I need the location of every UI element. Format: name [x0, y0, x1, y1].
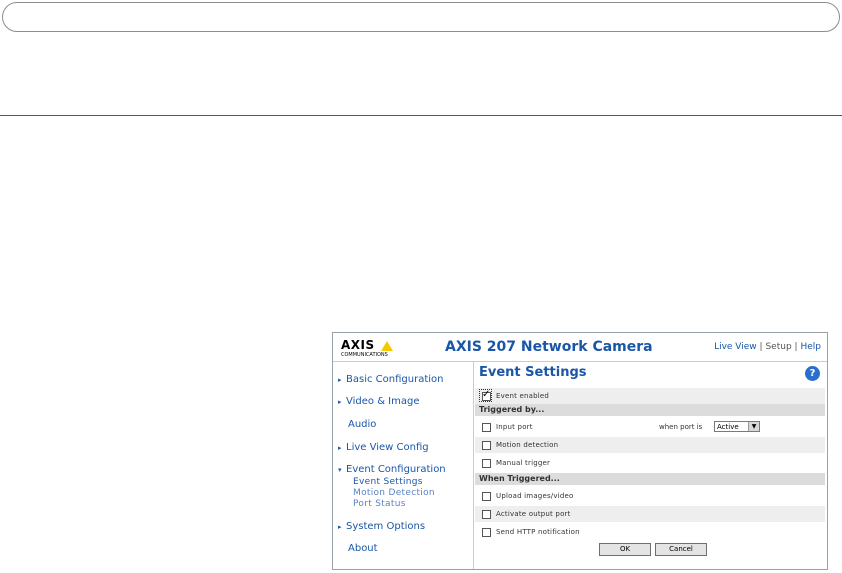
- port-state-value: Active: [717, 423, 739, 431]
- page-divider: [0, 115, 842, 116]
- event-settings-panel: Event Settings ? Event enabled Triggered…: [475, 363, 827, 569]
- sidebar-nav: ▸ Basic Configuration ▸ Video & Image Audi…: [333, 363, 473, 569]
- port-state-label: when port is: [659, 423, 703, 431]
- input-port-label: Input port: [496, 423, 533, 431]
- sidebar-item-label: Video & Image: [346, 396, 420, 407]
- sidebar-item-video-image[interactable]: ▸ Video & Image: [338, 396, 420, 407]
- sidebar-subitem-event-settings[interactable]: Event Settings: [353, 477, 423, 487]
- dropdown-arrow-icon[interactable]: ▼: [748, 422, 759, 431]
- input-port-row: Input port when port is Active ▼: [475, 419, 825, 435]
- collapse-arrow-icon: ▾: [338, 466, 342, 474]
- expand-arrow-icon: ▸: [338, 444, 342, 452]
- sidebar-item-live-view-config[interactable]: ▸ Live View Config: [338, 442, 429, 453]
- cancel-button[interactable]: Cancel: [655, 543, 707, 556]
- setup-link[interactable]: Setup: [765, 342, 791, 352]
- sidebar-item-basic-configuration[interactable]: ▸ Basic Configuration: [338, 374, 443, 385]
- http-notification-checkbox[interactable]: [482, 528, 491, 537]
- http-notification-row: Send HTTP notification: [475, 524, 825, 540]
- motion-detection-checkbox[interactable]: [482, 441, 491, 450]
- upload-checkbox[interactable]: [482, 492, 491, 501]
- camera-title: AXIS 207 Network Camera: [445, 339, 653, 355]
- logo-text: AXIS: [341, 338, 375, 352]
- event-enabled-checkbox[interactable]: [482, 389, 491, 401]
- logo-subtext: COMMUNICATIONS: [341, 352, 388, 358]
- ok-button[interactable]: OK: [599, 543, 651, 556]
- upload-row: Upload images/video: [475, 488, 825, 504]
- motion-detection-row: Motion detection: [475, 437, 825, 453]
- expand-arrow-icon: ▸: [338, 523, 342, 531]
- sidebar-item-label: Basic Configuration: [346, 374, 444, 385]
- sidebar-item-about[interactable]: About: [348, 543, 378, 554]
- manual-trigger-checkbox[interactable]: [482, 459, 491, 468]
- upload-label: Upload images/video: [496, 492, 574, 500]
- top-links: Live View | Setup | Help: [714, 342, 821, 352]
- event-enabled-row: Event enabled: [475, 388, 825, 404]
- logo-triangle-icon: [381, 341, 393, 351]
- live-view-link[interactable]: Live View: [714, 342, 757, 352]
- section-heading: When Triggered...: [479, 474, 560, 483]
- sidebar-item-label: Audio: [348, 419, 377, 430]
- sidebar-subitem-motion-detection[interactable]: Motion Detection: [353, 488, 435, 498]
- link-separator: |: [794, 342, 798, 352]
- link-separator: |: [759, 342, 763, 352]
- axis-logo: AXIS COMMUNICATIONS: [341, 338, 397, 358]
- expand-arrow-icon: ▸: [338, 398, 342, 406]
- help-link[interactable]: Help: [800, 342, 821, 352]
- sidebar-item-system-options[interactable]: ▸ System Options: [338, 521, 425, 532]
- output-port-label: Activate output port: [496, 510, 571, 518]
- top-bar: [2, 2, 840, 32]
- event-enabled-label: Event enabled: [496, 392, 550, 400]
- motion-detection-label: Motion detection: [496, 441, 559, 449]
- help-icon[interactable]: ?: [805, 366, 820, 381]
- sidebar-item-label: About: [348, 543, 378, 554]
- header-divider: [333, 361, 827, 362]
- when-triggered-header: When Triggered...: [475, 473, 825, 485]
- sidebar-item-audio[interactable]: Audio: [348, 419, 376, 430]
- input-port-checkbox[interactable]: [482, 423, 491, 432]
- manual-trigger-label: Manual trigger: [496, 459, 551, 467]
- http-notification-label: Send HTTP notification: [496, 528, 580, 536]
- sidebar-item-label: System Options: [346, 521, 426, 532]
- sidebar-divider: [473, 361, 474, 569]
- camera-header: AXIS COMMUNICATIONS AXIS 207 Network Cam…: [333, 333, 827, 361]
- output-port-row: Activate output port: [475, 506, 825, 522]
- sidebar-item-event-configuration[interactable]: ▾ Event Configuration: [338, 464, 446, 475]
- sidebar-subitem-port-status[interactable]: Port Status: [353, 499, 406, 509]
- section-heading: Triggered by...: [479, 405, 545, 414]
- output-port-checkbox[interactable]: [482, 510, 491, 519]
- port-state-select[interactable]: Active ▼: [714, 421, 760, 432]
- manual-trigger-row: Manual trigger: [475, 455, 825, 471]
- sidebar-item-label: Live View Config: [346, 442, 429, 453]
- triggered-by-header: Triggered by...: [475, 404, 825, 416]
- expand-arrow-icon: ▸: [338, 376, 342, 384]
- camera-setup-window: AXIS COMMUNICATIONS AXIS 207 Network Cam…: [332, 332, 828, 570]
- sidebar-item-label: Event Configuration: [346, 464, 446, 475]
- page-title: Event Settings: [479, 365, 587, 380]
